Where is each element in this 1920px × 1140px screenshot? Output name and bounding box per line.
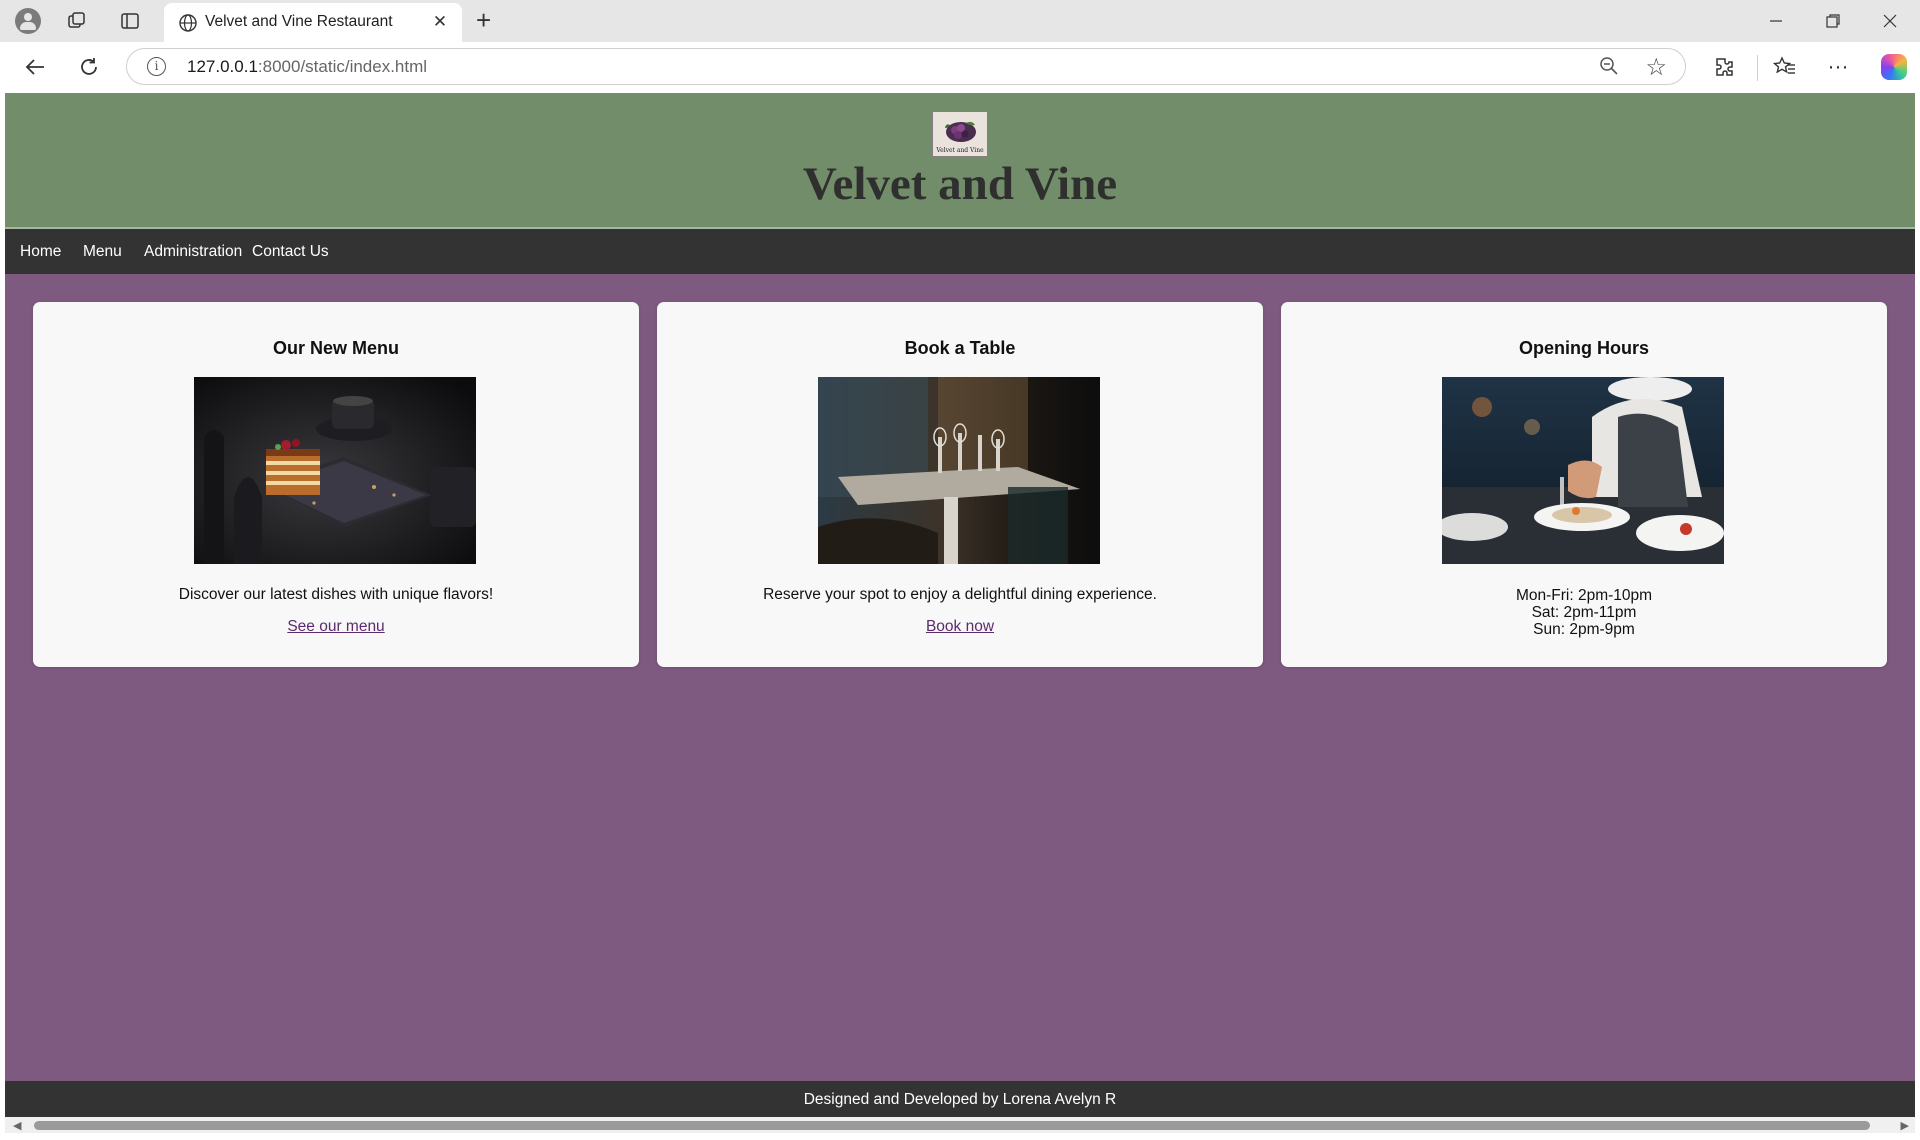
minimize-icon[interactable] xyxy=(1756,6,1796,36)
active-tab[interactable]: Velvet and Vine Restaurant ✕ xyxy=(164,3,462,42)
site-header: Velvet and Vine Velvet and Vine xyxy=(5,93,1915,229)
close-icon[interactable]: ✕ xyxy=(430,12,450,32)
page-viewport: Velvet and Vine Velvet and Vine Home Men… xyxy=(5,93,1915,1133)
scroll-left-icon[interactable]: ◀ xyxy=(13,1119,21,1132)
site-title: Velvet and Vine xyxy=(802,158,1118,210)
card-description: Discover our latest dishes with unique f… xyxy=(178,586,494,603)
zoom-out-icon[interactable] xyxy=(1599,56,1619,82)
copilot-icon[interactable] xyxy=(1878,51,1910,83)
nav-administration[interactable]: Administration xyxy=(144,243,242,261)
horizontal-scrollbar[interactable]: ◀ ▶ xyxy=(5,1117,1915,1133)
hours-weekdays: Mon-Fri: 2pm-10pm xyxy=(1515,587,1653,604)
url-host: 127.0.0.1 xyxy=(187,57,258,76)
card-title: Opening Hours xyxy=(1519,338,1649,358)
back-icon[interactable] xyxy=(20,52,50,82)
scrollbar-thumb[interactable] xyxy=(34,1121,1870,1130)
logo-text: Velvet and Vine xyxy=(936,147,984,154)
toolbar-separator xyxy=(1757,55,1758,81)
card-title: Book a Table xyxy=(904,338,1016,358)
logo-grapes-icon xyxy=(945,121,976,142)
nav-contact-us[interactable]: Contact Us xyxy=(252,243,329,261)
refresh-icon[interactable] xyxy=(74,52,104,82)
address-bar[interactable]: i 127.0.0.1:8000/static/index.html ☆ xyxy=(126,48,1686,85)
favorite-star-icon[interactable]: ☆ xyxy=(1645,53,1667,82)
dessert-image xyxy=(194,377,476,564)
opening-hours-list: Mon-Fri: 2pm-10pm Sat: 2pm-11pm Sun: 2pm… xyxy=(1281,587,1887,638)
info-icon[interactable]: i xyxy=(147,57,166,76)
url-path: :8000/static/index.html xyxy=(257,57,428,76)
table-setting-image xyxy=(818,377,1100,564)
footer-credit: Designed and Developed by Lorena Avelyn … xyxy=(803,1091,1117,1108)
nav-home[interactable]: Home xyxy=(20,243,61,261)
url-text[interactable]: 127.0.0.1:8000/static/index.html xyxy=(187,57,427,77)
restore-icon[interactable] xyxy=(1813,6,1853,36)
tab-actions-icon[interactable] xyxy=(116,7,144,35)
scroll-right-icon[interactable]: ▶ xyxy=(1901,1119,1909,1132)
new-tab-icon[interactable]: + xyxy=(476,5,491,36)
card-new-menu: Our New Menu Discover our latest dishes … xyxy=(33,302,639,667)
nav-menu[interactable]: Menu xyxy=(83,243,122,261)
card-book-table: Book a Table Reserve your spot to enjoy … xyxy=(657,302,1263,667)
card-opening-hours: Opening Hours Mon-Fri: 2pm-10pm Sat: 2pm… xyxy=(1281,302,1887,667)
card-title: Our New Menu xyxy=(272,338,399,358)
site-logo[interactable]: Velvet and Vine xyxy=(932,111,988,157)
chef-plating-image xyxy=(1442,377,1724,564)
hours-sunday: Sun: 2pm-9pm xyxy=(1533,621,1635,638)
book-now-link[interactable]: Book now xyxy=(657,618,1263,636)
globe-icon xyxy=(178,13,198,33)
favorites-icon[interactable] xyxy=(1769,51,1801,83)
see-our-menu-link[interactable]: See our menu xyxy=(33,618,639,636)
window-close-icon[interactable] xyxy=(1870,6,1910,36)
more-icon[interactable]: ··· xyxy=(1822,51,1854,83)
tab-title: Velvet and Vine Restaurant xyxy=(205,13,393,30)
card-description: Reserve your spot to enjoy a delightful … xyxy=(763,586,1157,603)
workspaces-icon[interactable] xyxy=(63,7,91,35)
profile-icon[interactable] xyxy=(14,7,42,35)
site-footer: Designed and Developed by Lorena Avelyn … xyxy=(5,1081,1915,1117)
browser-tab-strip: Velvet and Vine Restaurant ✕ + xyxy=(0,0,1920,42)
browser-toolbar: i 127.0.0.1:8000/static/index.html ☆ ··· xyxy=(0,42,1920,92)
hours-saturday: Sat: 2pm-11pm xyxy=(1531,604,1637,621)
extensions-icon[interactable] xyxy=(1708,51,1740,83)
site-nav: Home Menu Administration Contact Us xyxy=(5,229,1915,274)
